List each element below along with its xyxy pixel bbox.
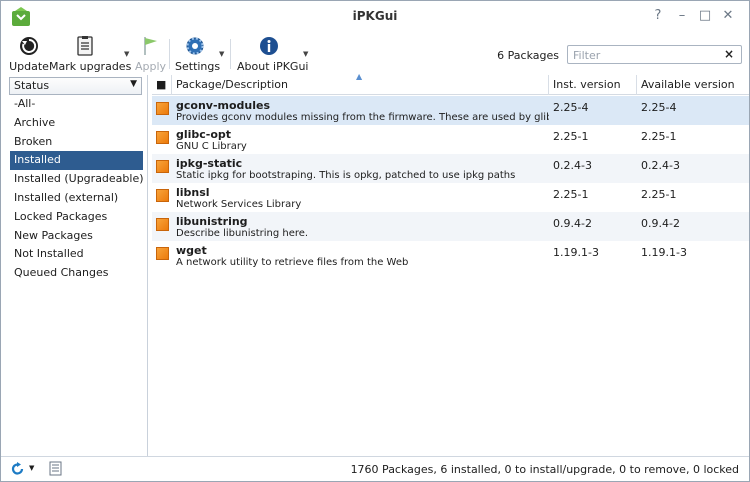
package-icon [156,247,169,260]
column-header-available-version[interactable]: Available version [637,75,749,95]
status-item-queued-changes[interactable]: Queued Changes [10,264,143,283]
inst-version: 1.19.1-3 [553,246,599,259]
package-icon [156,131,169,144]
table-row[interactable]: ipkg-static Static ipkg for bootstraping… [152,154,749,183]
package-description: Provides gconv modules missing from the … [176,112,549,123]
status-summary: 1760 Packages, 6 installed, 0 to install… [350,463,739,476]
inst-version: 2.25-1 [553,130,589,143]
package-name: gconv-modules [176,99,271,112]
status-selector[interactable]: Status ▼ [9,77,142,95]
package-description: GNU C Library [176,141,247,152]
package-name: wget [176,244,207,257]
update-button[interactable]: Update [7,35,51,73]
package-icon [156,160,169,173]
maximize-icon[interactable]: □ [696,7,714,25]
package-name: libunistring [176,215,248,228]
status-item-installed-external[interactable]: Installed (external) [10,189,143,208]
package-description: Static ipkg for bootstraping. This is op… [176,170,516,181]
toolbar-separator [169,39,170,69]
close-icon[interactable]: ✕ [719,7,737,25]
minimize-icon[interactable]: – [673,7,691,25]
settings-label: Settings [175,60,221,73]
toolbar: Update Mark upgrades ▼ Apply Settings ▼ … [1,33,749,75]
sort-ascending-icon: ▲ [356,72,363,81]
table-row[interactable]: wget A network utility to retrieve files… [152,241,749,270]
refresh-dropdown-icon[interactable]: ▼ [29,464,34,472]
help-icon[interactable]: ? [649,7,667,25]
ipkgui-window: iPKGui ? – □ ✕ Update Mark upgrades ▼ Ap… [0,0,750,482]
status-item-locked-packages[interactable]: Locked Packages [10,208,143,227]
available-version: 2.25-4 [641,101,677,114]
status-selector-value: Status [14,79,50,92]
available-version: 2.25-1 [641,130,677,143]
table-row[interactable]: libnsl Network Services Library 2.25-1 2… [152,183,749,212]
status-item-broken[interactable]: Broken [10,133,143,152]
apply-button[interactable]: Apply [135,35,167,73]
about-info-icon [260,37,278,55]
package-description: Network Services Library [176,199,302,210]
status-item-archive[interactable]: Archive [10,114,143,133]
mark-upgrades-dropdown-icon[interactable]: ▼ [124,50,129,58]
toolbar-separator [230,39,231,69]
table-row[interactable]: glibc-opt GNU C Library 2.25-1 2.25-1 [152,125,749,154]
settings-dropdown-icon[interactable]: ▼ [219,50,224,58]
status-item-new-packages[interactable]: New Packages [10,227,143,246]
settings-gear-icon [186,37,204,55]
filter-input[interactable] [567,45,742,64]
table-header: ■ Package/Description ▲ Inst. version Av… [152,72,749,95]
status-bar: ▼ 1760 Packages, 6 installed, 0 to insta… [1,456,749,481]
package-icon [156,218,169,231]
about-dropdown-icon[interactable]: ▼ [303,50,308,58]
package-description: Describe libunistring here. [176,228,309,239]
chevron-down-icon: ▼ [130,79,137,89]
available-version: 0.2.4-3 [641,159,680,172]
package-icon [156,189,169,202]
apply-label: Apply [135,60,167,73]
window-title: iPKGui [352,9,398,23]
package-icon [156,102,169,115]
apply-flag-icon [144,37,157,55]
inst-version: 2.25-4 [553,101,589,114]
refresh-icon[interactable] [11,462,25,476]
update-icon [20,37,38,55]
table-row[interactable]: gconv-modules Provides gconv modules mis… [152,96,749,125]
package-table: ■ Package/Description ▲ Inst. version Av… [152,72,749,456]
column-header-inst-version[interactable]: Inst. version [549,75,637,95]
status-list: -All- Archive Broken Installed Installed… [10,95,144,283]
package-count: 6 Packages [497,49,559,62]
log-icon[interactable] [49,461,62,476]
filter-clear-icon[interactable]: × [722,47,736,61]
mark-upgrades-label: Mark upgrades [49,60,132,73]
title-bar: iPKGui ? – □ ✕ [1,1,749,33]
about-label: About iPKGui [237,60,309,73]
package-name: libnsl [176,186,210,199]
package-name: ipkg-static [176,157,243,170]
update-label: Update [9,60,49,73]
column-header-select[interactable]: ■ [152,75,172,95]
table-row[interactable]: libunistring Describe libunistring here.… [152,212,749,241]
mark-upgrades-button[interactable]: Mark upgrades [49,35,132,73]
inst-version: 2.25-1 [553,188,589,201]
package-name: glibc-opt [176,128,232,141]
inst-version: 0.2.4-3 [553,159,592,172]
status-item-installed[interactable]: Installed [10,151,143,171]
inst-version: 0.9.4-2 [553,217,592,230]
available-version: 1.19.1-3 [641,246,687,259]
status-item-all[interactable]: -All- [10,95,143,114]
mark-upgrades-icon [77,36,93,56]
settings-button[interactable]: Settings [175,35,221,73]
about-button[interactable]: About iPKGui [237,35,309,73]
status-item-not-installed[interactable]: Not Installed [10,245,143,264]
available-version: 0.9.4-2 [641,217,680,230]
sidebar: Status ▼ -All- Archive Broken Installed … [1,75,148,456]
package-description: A network utility to retrieve files from… [176,257,409,268]
status-item-installed-upgradeable[interactable]: Installed (Upgradeable) [10,170,144,189]
available-version: 2.25-1 [641,188,677,201]
